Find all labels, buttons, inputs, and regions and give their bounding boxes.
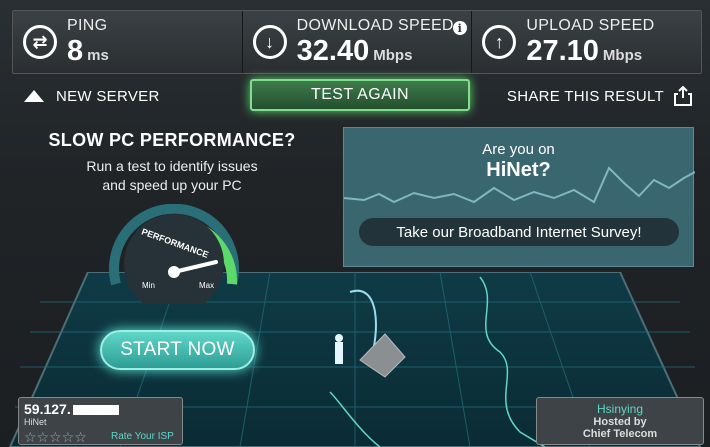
download-metric: ↓ DOWNLOAD SPEED 32.40 Mbps i [243, 11, 473, 73]
ping-value: 8 ms [67, 35, 109, 67]
server-city: Hsinying [596, 402, 644, 416]
metrics-bar: ⇄ PING 8 ms ↓ DOWNLOAD SPEED 32.40 Mbps i … [12, 10, 702, 74]
gauge-min: Min [142, 281, 155, 290]
share-result-button[interactable]: SHARE THIS RESULT [507, 86, 692, 106]
new-server-button[interactable]: NEW SERVER [24, 88, 160, 105]
info-icon[interactable]: i [452, 21, 467, 35]
gauge-max: Max [199, 281, 214, 290]
share-label: SHARE THIS RESULT [506, 87, 664, 105]
performance-gauge: PERFORMANCE Min Max [109, 204, 239, 304]
upload-metric: ↑ UPLOAD SPEED 27.10 Mbps [472, 11, 701, 73]
client-isp-name: HiNet [24, 417, 47, 427]
share-icon [674, 86, 692, 106]
ping-label: PING [67, 17, 108, 34]
upload-arrow-icon: ↑ [482, 25, 517, 59]
rate-isp-link[interactable]: Rate Your ISP [111, 431, 174, 442]
download-arrow-icon: ↓ [252, 25, 287, 59]
promo-line-1: Run a test to identify issues [86, 158, 258, 174]
new-server-label: NEW SERVER [56, 87, 160, 105]
server-host: Chief Telecom [582, 428, 658, 440]
triangle-up-icon [24, 90, 44, 102]
client-ip: 59.127. [24, 401, 177, 417]
upload-value: 27.10 Mbps [526, 35, 643, 67]
ad-isp: HiNet? [486, 159, 551, 181]
hosted-by-label: Hosted by [593, 416, 647, 428]
download-value: 32.40 Mbps [296, 35, 413, 67]
rating-stars[interactable]: ☆☆☆☆☆ [24, 429, 87, 446]
test-again-button[interactable]: TEST AGAIN [250, 79, 470, 111]
ping-metric: ⇄ PING 8 ms [13, 11, 243, 73]
start-now-button[interactable]: START NOW [100, 330, 255, 370]
download-label: DOWNLOAD SPEED [296, 17, 454, 34]
promo-title: SLOW PC PERFORMANCE? [48, 130, 296, 150]
server-info-box: Hsinying Hosted by Chief Telecom [536, 397, 704, 445]
ad-question: Are you on HiNet? [344, 140, 693, 180]
promo-line-2: and speed up your PC [102, 177, 242, 193]
client-isp-box: 59.127. HiNet ☆☆☆☆☆ Rate Your ISP [18, 397, 183, 445]
isp-survey-ad[interactable]: Are you on HiNet? Take our Broadband Int… [343, 127, 695, 267]
action-bar: NEW SERVER TEST AGAIN SHARE THIS RESULT [12, 79, 702, 112]
survey-button[interactable]: Take our Broadband Internet Survey! [359, 218, 679, 246]
upload-label: UPLOAD SPEED [526, 17, 655, 34]
ip-redaction [72, 405, 119, 416]
ping-icon: ⇄ [23, 25, 57, 59]
